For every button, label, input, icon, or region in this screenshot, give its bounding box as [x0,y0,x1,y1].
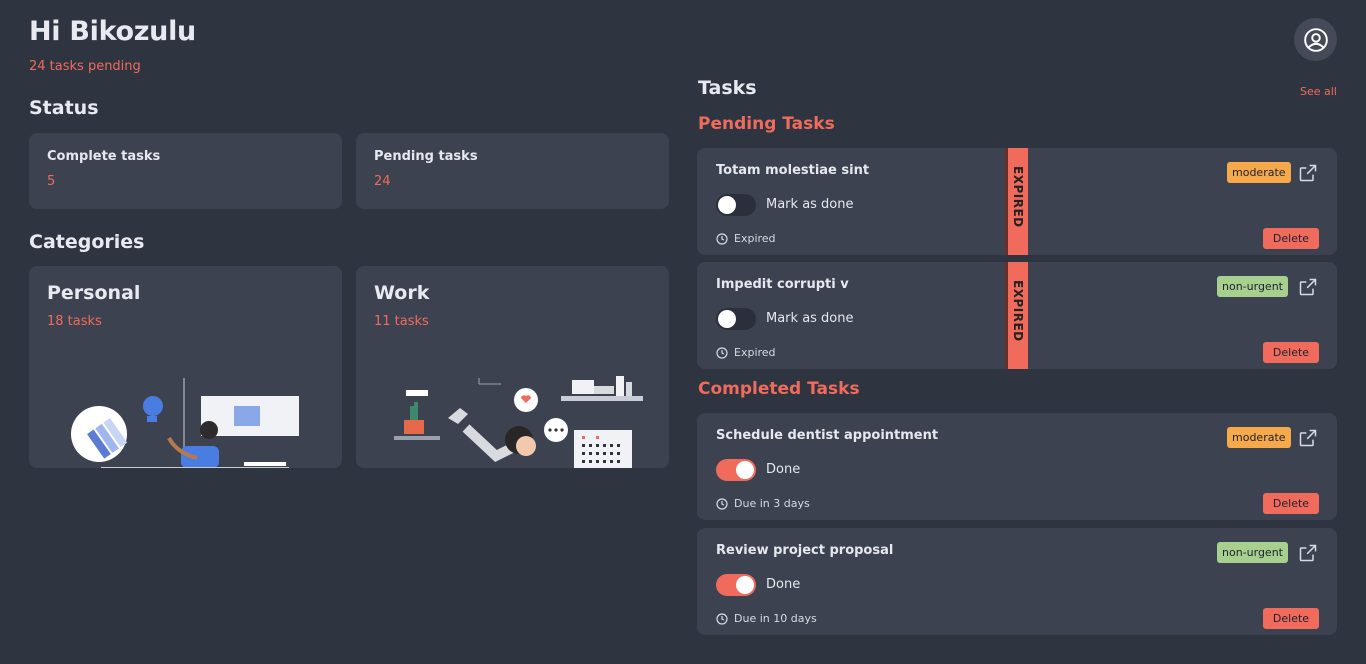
clock-icon [716,232,728,245]
category-name: Personal [47,282,141,304]
expired-label: EXPIRED [1011,166,1025,228]
category-card-personal[interactable]: Personal 18 tasks [29,266,342,468]
due-text: Expired [734,346,776,359]
tasks-title: Tasks [698,77,757,99]
external-link-icon[interactable] [1298,277,1318,297]
delete-button[interactable]: Delete [1263,228,1319,249]
toggle-knob [718,310,736,328]
clock-icon [716,346,728,359]
category-count: 18 tasks [47,314,102,329]
status-card-label: Pending tasks [374,149,478,164]
toggle-label: Done [766,462,801,477]
pending-tasks-card[interactable]: Pending tasks 24 [356,133,669,209]
profile-button[interactable] [1294,18,1337,61]
task-card[interactable]: Totam molestiae sint EXPIRED Mark as don… [697,148,1337,255]
task-title: Impedit corrupti v [716,277,849,292]
priority-badge: moderate [1227,162,1291,183]
complete-tasks-card[interactable]: Complete tasks 5 [29,133,342,209]
task-title: Review project proposal [716,543,894,558]
categories-title: Categories [29,231,145,253]
due-info: Expired [716,346,776,359]
expired-label: EXPIRED [1011,280,1025,342]
toggle-label: Done [766,577,801,592]
task-card[interactable]: Review project proposal Done Due in 10 d… [697,528,1337,635]
mark-done-toggle[interactable] [716,308,756,330]
done-toggle[interactable] [716,574,756,596]
external-link-icon[interactable] [1298,163,1318,183]
toggle-label: Mark as done [766,197,854,212]
delete-button[interactable]: Delete [1263,493,1319,514]
priority-badge: non-urgent [1217,276,1288,297]
delete-button[interactable]: Delete [1263,608,1319,629]
toggle-knob [736,576,754,594]
toggle-knob [718,196,736,214]
mark-done-toggle[interactable] [716,194,756,216]
priority-badge: non-urgent [1217,542,1288,563]
see-all-link[interactable]: See all [1300,85,1337,98]
work-illustration [394,376,643,468]
status-title: Status [29,97,99,119]
task-title: Totam molestiae sint [716,163,870,178]
due-info: Expired [716,232,776,245]
due-text: Due in 3 days [734,497,810,510]
due-info: Due in 3 days [716,497,810,510]
delete-button[interactable]: Delete [1263,342,1319,363]
clock-icon [716,497,728,510]
status-card-value: 24 [374,174,391,189]
toggle-label: Mark as done [766,311,854,326]
due-info: Due in 10 days [716,612,817,625]
pending-summary: 24 tasks pending [29,59,141,74]
external-link-icon[interactable] [1298,543,1318,563]
task-title: Schedule dentist appointment [716,428,939,443]
user-circle-icon [1303,27,1328,52]
category-card-work[interactable]: Work 11 tasks [356,266,669,468]
task-card[interactable]: Schedule dentist appointment Done Due in… [697,413,1337,520]
priority-badge: moderate [1227,427,1291,448]
personal-illustration [71,378,299,468]
expired-strip: EXPIRED [1005,262,1028,369]
status-card-value: 5 [47,174,56,189]
due-text: Expired [734,232,776,245]
task-card[interactable]: Impedit corrupti v EXPIRED Mark as done … [697,262,1337,369]
due-text: Due in 10 days [734,612,817,625]
toggle-knob [736,461,754,479]
category-count: 11 tasks [374,314,429,329]
greeting-heading: Hi Bikozulu [29,16,196,47]
completed-tasks-heading: Completed Tasks [698,379,860,399]
expired-strip: EXPIRED [1005,148,1028,255]
done-toggle[interactable] [716,459,756,481]
category-name: Work [374,282,430,304]
pending-tasks-heading: Pending Tasks [698,114,835,134]
external-link-icon[interactable] [1298,428,1318,448]
status-card-label: Complete tasks [47,149,161,164]
clock-icon [716,612,728,625]
